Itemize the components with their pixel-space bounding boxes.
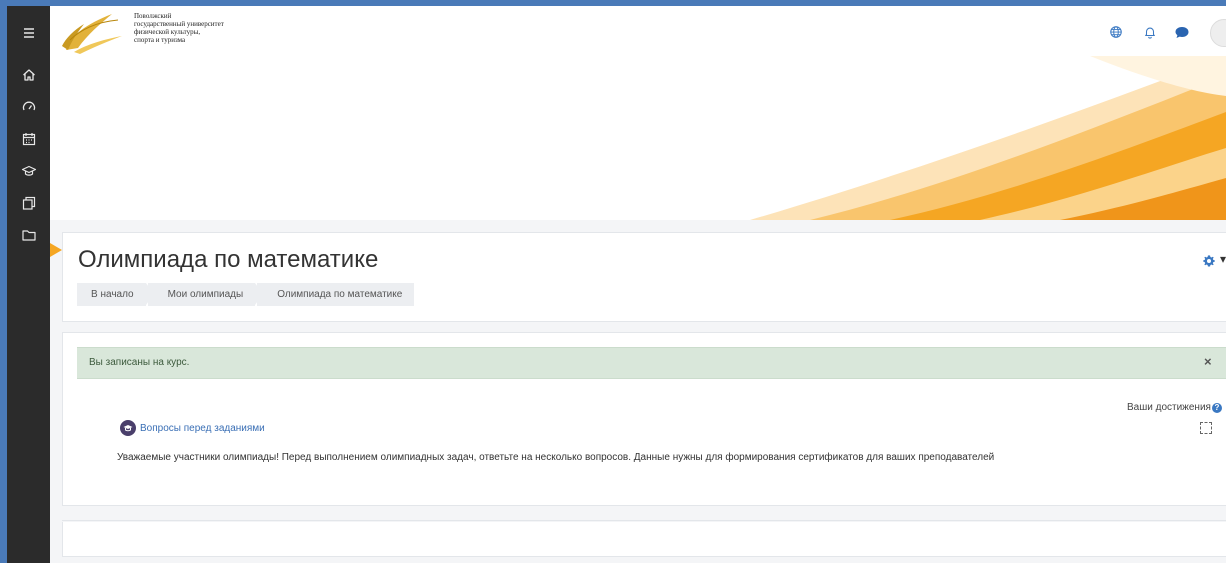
breadcrumb-label: В начало	[91, 289, 134, 300]
breadcrumb-separator	[255, 283, 264, 305]
alert-message: Вы записаны на курс.	[89, 357, 190, 368]
nav-private-files-button[interactable]	[7, 156, 50, 186]
activity-link[interactable]: Вопросы перед заданиями	[140, 423, 265, 434]
breadcrumb-item-current-course[interactable]: Олимпиада по математике	[257, 283, 415, 306]
course-section-card	[62, 522, 1226, 557]
course-settings-button[interactable]	[1202, 254, 1216, 268]
university-logo[interactable]	[60, 10, 124, 54]
dashboard-icon	[22, 101, 35, 111]
gear-icon	[1203, 255, 1215, 267]
window-border-left	[0, 0, 7, 563]
home-icon	[22, 69, 35, 81]
nav-dashboard-button[interactable]	[7, 92, 50, 122]
content-bank-icon	[22, 196, 35, 210]
nav-calendar-button[interactable]	[7, 124, 50, 154]
activity-feedback-icon	[120, 420, 136, 436]
nav-content-bank-button[interactable]	[7, 188, 50, 218]
banner-accent	[50, 243, 62, 257]
breadcrumb: В начало Мои олимпиады Олимпиада по мате…	[77, 283, 416, 306]
course-banner	[50, 56, 1226, 220]
university-name: Поволжский государственный университет ф…	[134, 12, 224, 44]
language-button[interactable]	[1108, 24, 1124, 40]
user-avatar[interactable]	[1210, 19, 1226, 47]
enrolment-alert: Вы записаны на курс. ×	[77, 347, 1226, 379]
breadcrumb-label: Мои олимпиады	[167, 289, 244, 300]
messages-button[interactable]	[1174, 24, 1190, 40]
completion-checkbox[interactable]	[1200, 422, 1212, 434]
university-name-line: физической культуры,	[134, 28, 201, 36]
menu-icon	[23, 28, 34, 38]
section-divider	[62, 556, 1226, 557]
nav-home-button[interactable]	[7, 60, 50, 90]
globe-icon	[1110, 26, 1122, 38]
section-divider	[62, 520, 1226, 521]
browser-frame: Поволжский государственный университет ф…	[0, 0, 1226, 563]
calendar-icon	[22, 133, 35, 146]
chevron-down-icon[interactable]: ▾	[1220, 252, 1226, 266]
window-border-top	[0, 0, 1226, 6]
activity-description: Уважаемые участники олимпиады! Перед вып…	[117, 452, 995, 463]
top-navbar: Поволжский государственный университет ф…	[50, 6, 1226, 56]
graduation-cap-icon	[21, 165, 36, 176]
breadcrumb-item-my-olympiads[interactable]: Мои олимпиады	[147, 283, 264, 306]
chat-bubble-icon	[1175, 27, 1189, 38]
alert-close-button[interactable]: ×	[1204, 354, 1212, 369]
bell-icon	[1145, 27, 1155, 39]
banner-graphic	[750, 56, 1226, 220]
university-name-line: Поволжский	[134, 12, 172, 20]
left-nav-drawer	[7, 6, 50, 563]
help-icon[interactable]: ?	[1212, 403, 1222, 413]
breadcrumb-label: Олимпиада по математике	[277, 289, 403, 300]
nav-courses-button[interactable]	[7, 220, 50, 250]
university-name-line: спорта и туризма	[134, 36, 186, 44]
university-name-line: государственный университет	[134, 20, 224, 28]
menu-toggle-button[interactable]	[7, 18, 50, 48]
notifications-button[interactable]	[1142, 24, 1158, 40]
folder-icon	[21, 230, 36, 241]
page-title: Олимпиада по математике	[78, 246, 379, 273]
achievements-label: Ваши достижения	[1127, 402, 1211, 413]
breadcrumb-separator	[145, 283, 154, 305]
feedback-icon	[123, 425, 133, 432]
breadcrumb-item-home[interactable]: В начало	[77, 283, 154, 306]
